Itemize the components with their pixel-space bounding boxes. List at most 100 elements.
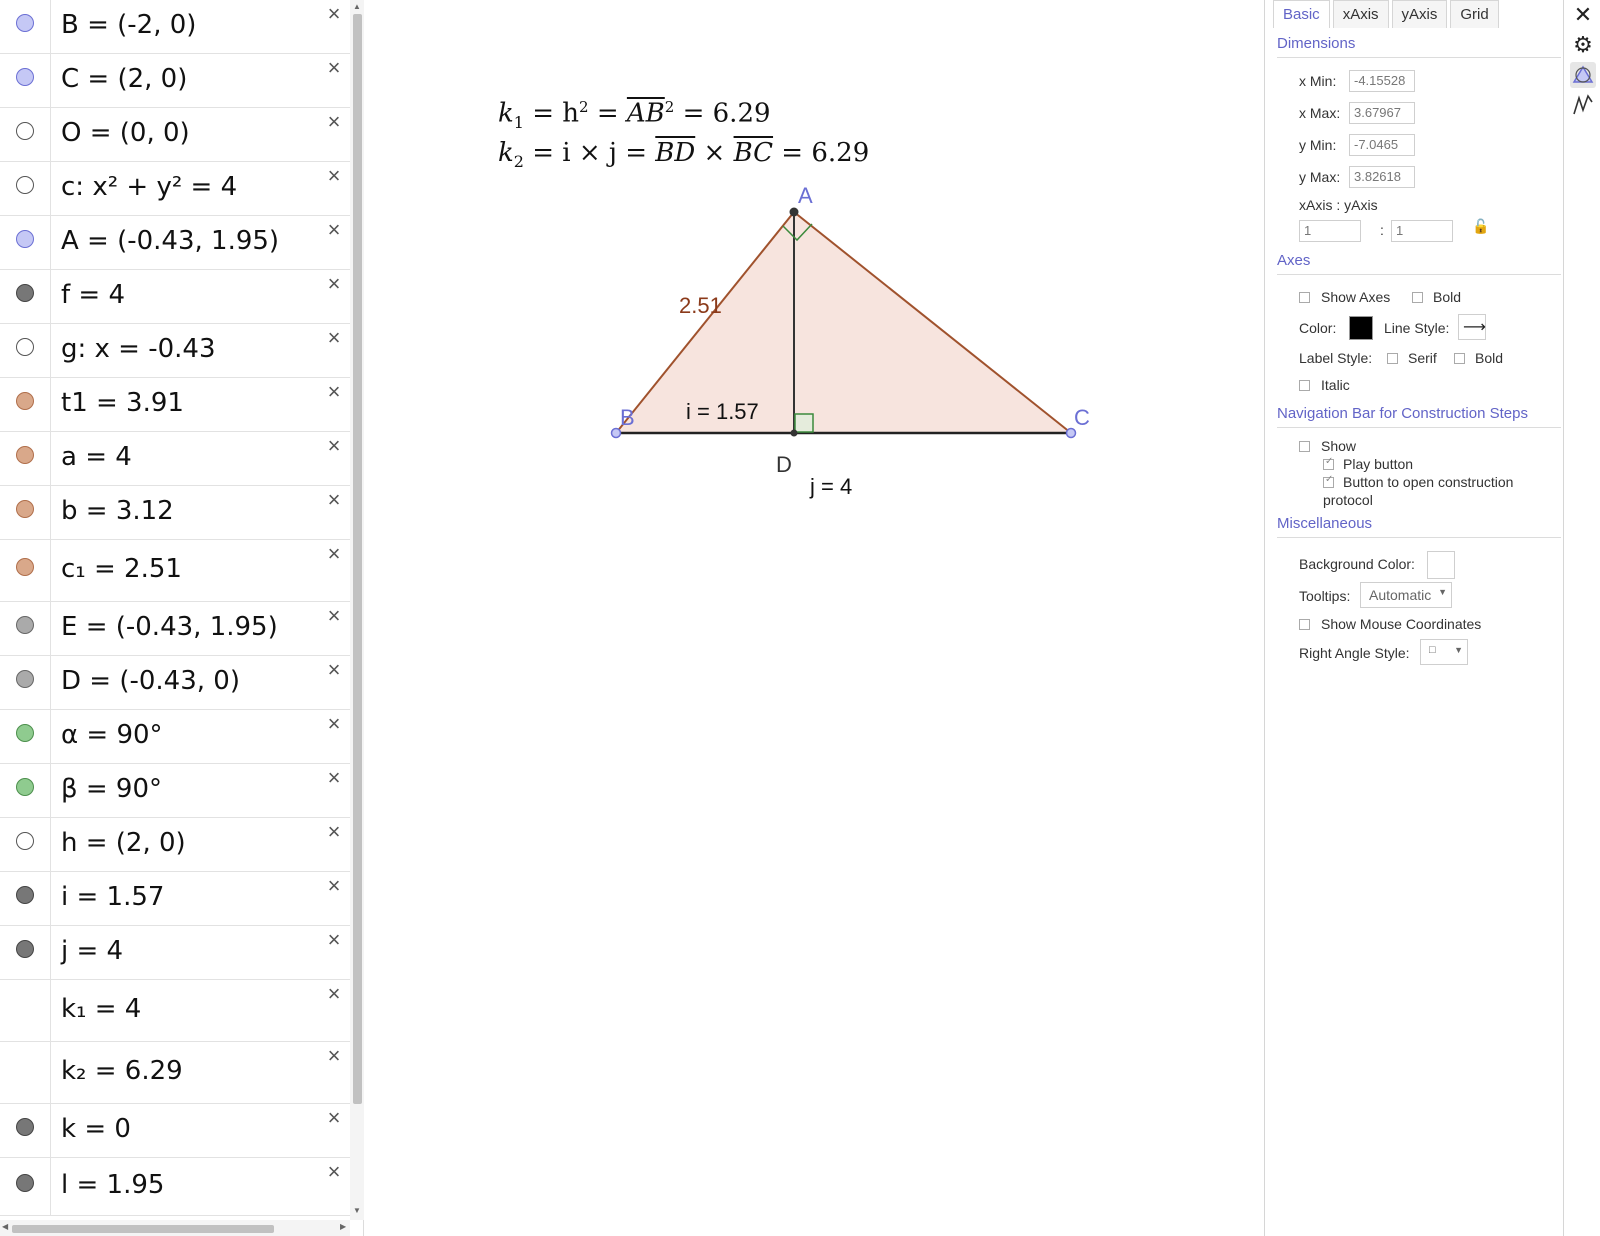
delete-icon[interactable]: ×	[324, 821, 344, 843]
ymin-field[interactable]: -7.0465	[1349, 134, 1415, 156]
scroll-left-icon[interactable]: ◀	[2, 1222, 8, 1231]
unlock-icon[interactable]: 🔓	[1472, 218, 1489, 235]
tab-yaxis[interactable]: yAxis	[1391, 0, 1448, 28]
label-a[interactable]: A	[798, 183, 813, 208]
graphics-settings-icon[interactable]	[1570, 62, 1596, 88]
construction-canvas[interactable]: A B C D 2.51 i = 1.57 j = 4	[365, 0, 1264, 1236]
label-d[interactable]: D	[776, 452, 792, 477]
visibility-toggle[interactable]	[16, 616, 34, 634]
delete-icon[interactable]: ×	[324, 767, 344, 789]
delete-icon[interactable]: ×	[324, 435, 344, 457]
delete-icon[interactable]: ×	[324, 273, 344, 295]
scroll-up-icon[interactable]: ▲	[353, 2, 361, 11]
scrollbar-thumb[interactable]	[353, 14, 362, 1104]
delete-icon[interactable]: ×	[324, 875, 344, 897]
visibility-toggle[interactable]	[16, 724, 34, 742]
delete-icon[interactable]: ×	[324, 983, 344, 1005]
show-axes-checkbox[interactable]	[1299, 292, 1310, 303]
label-b[interactable]: B	[620, 405, 635, 430]
delete-icon[interactable]: ×	[324, 1161, 344, 1183]
algebra-expression[interactable]: g: x = -0.43	[61, 334, 216, 364]
algebra-row[interactable]: A = (-0.43, 1.95) ×	[0, 216, 350, 270]
right-angle-dropdown[interactable]: □ ▼	[1420, 639, 1468, 665]
algebra-expression[interactable]: t1 = 3.91	[61, 388, 184, 418]
delete-icon[interactable]: ×	[324, 381, 344, 403]
algebra-expression[interactable]: h = (2, 0)	[61, 828, 186, 858]
algebra-horizontal-scrollbar[interactable]: ◀ ▶	[0, 1220, 350, 1236]
background-color-swatch[interactable]	[1427, 551, 1455, 579]
visibility-toggle[interactable]	[16, 68, 34, 86]
scroll-right-icon[interactable]: ▶	[340, 1222, 346, 1231]
algebra-expression[interactable]: α = 90°	[61, 720, 163, 750]
algebra-expression[interactable]: c: x² + y² = 4	[61, 172, 237, 202]
visibility-toggle[interactable]	[16, 940, 34, 958]
tooltips-dropdown[interactable]: Automatic ▼	[1360, 582, 1452, 608]
algebra-row[interactable]: c: x² + y² = 4 ×	[0, 162, 350, 216]
delete-icon[interactable]: ×	[324, 327, 344, 349]
algebra-expression[interactable]: b = 3.12	[61, 496, 174, 526]
delete-icon[interactable]: ×	[324, 929, 344, 951]
visibility-toggle[interactable]	[16, 500, 34, 518]
scroll-down-icon[interactable]: ▼	[353, 1206, 361, 1215]
delete-icon[interactable]: ×	[324, 1107, 344, 1129]
algebra-expression[interactable]: k₁ = 4	[61, 994, 141, 1024]
algebra-expression[interactable]: B = (-2, 0)	[61, 10, 196, 40]
visibility-toggle[interactable]	[16, 886, 34, 904]
xmax-field[interactable]: 3.67967	[1349, 102, 1415, 124]
algebra-expression[interactable]: D = (-0.43, 0)	[61, 666, 240, 696]
algebra-row[interactable]: k = 0 ×	[0, 1104, 350, 1158]
algebra-expression[interactable]: C = (2, 0)	[61, 64, 187, 94]
delete-icon[interactable]: ×	[324, 659, 344, 681]
algebra-row[interactable]: j = 4 ×	[0, 926, 350, 980]
delete-icon[interactable]: ×	[324, 3, 344, 25]
graphics2-settings-icon[interactable]	[1570, 92, 1596, 118]
open-protocol-checkbox[interactable]	[1323, 474, 1334, 488]
axis-color-swatch[interactable]	[1349, 316, 1373, 340]
visibility-toggle[interactable]	[16, 392, 34, 410]
visibility-toggle[interactable]	[16, 14, 34, 32]
algebra-row[interactable]: c₁ = 2.51 ×	[0, 540, 350, 602]
line-style-dropdown[interactable]: ⟶	[1458, 314, 1486, 340]
graphics-view[interactable]: k1 = h2 = AB2 = 6.29 k2 = i × j = BD × B…	[365, 0, 1264, 1236]
algebra-row[interactable]: t1 = 3.91 ×	[0, 378, 350, 432]
visibility-toggle[interactable]	[16, 558, 34, 576]
visibility-toggle[interactable]	[16, 446, 34, 464]
delete-icon[interactable]: ×	[324, 111, 344, 133]
ymax-field[interactable]: 3.82618	[1349, 166, 1415, 188]
delete-icon[interactable]: ×	[324, 543, 344, 565]
algebra-row[interactable]: B = (-2, 0) ×	[0, 0, 350, 54]
algebra-row[interactable]: β = 90° ×	[0, 764, 350, 818]
triangle-abc[interactable]	[616, 212, 1071, 433]
algebra-expression[interactable]: β = 90°	[61, 774, 162, 804]
visibility-toggle[interactable]	[16, 338, 34, 356]
right-angle-d-marker[interactable]	[794, 413, 814, 433]
label-c1-value[interactable]: 2.51	[679, 293, 722, 318]
algebra-row[interactable]: h = (2, 0) ×	[0, 818, 350, 872]
delete-icon[interactable]: ×	[324, 165, 344, 187]
navbar-show-checkbox[interactable]	[1299, 441, 1310, 452]
algebra-row[interactable]: l = 1.95 ×	[0, 1158, 350, 1216]
algebra-row[interactable]: k₂ = 6.29 ×	[0, 1042, 350, 1104]
delete-icon[interactable]: ×	[324, 219, 344, 241]
visibility-toggle[interactable]	[16, 230, 34, 248]
algebra-row[interactable]: k₁ = 4 ×	[0, 980, 350, 1042]
ratio-y-field[interactable]: 1	[1391, 220, 1453, 242]
algebra-row[interactable]: D = (-0.43, 0) ×	[0, 656, 350, 710]
point-d[interactable]	[790, 429, 798, 437]
algebra-row[interactable]: O = (0, 0) ×	[0, 108, 350, 162]
algebra-expression[interactable]: k = 0	[61, 1114, 131, 1144]
axes-bold-checkbox[interactable]	[1412, 292, 1423, 303]
label-c[interactable]: C	[1074, 405, 1090, 430]
algebra-row[interactable]: f = 4 ×	[0, 270, 350, 324]
visibility-toggle[interactable]	[16, 778, 34, 796]
serif-checkbox[interactable]	[1387, 353, 1398, 364]
algebra-expression[interactable]: c₁ = 2.51	[61, 554, 182, 584]
algebra-vertical-scrollbar[interactable]: ▲ ▼	[350, 0, 364, 1220]
algebra-row[interactable]: a = 4 ×	[0, 432, 350, 486]
algebra-expression[interactable]: a = 4	[61, 442, 132, 472]
algebra-expression[interactable]: f = 4	[61, 280, 125, 310]
delete-icon[interactable]: ×	[324, 713, 344, 735]
point-a[interactable]	[789, 207, 799, 217]
visibility-toggle[interactable]	[16, 832, 34, 850]
algebra-expression[interactable]: j = 4	[61, 936, 123, 966]
